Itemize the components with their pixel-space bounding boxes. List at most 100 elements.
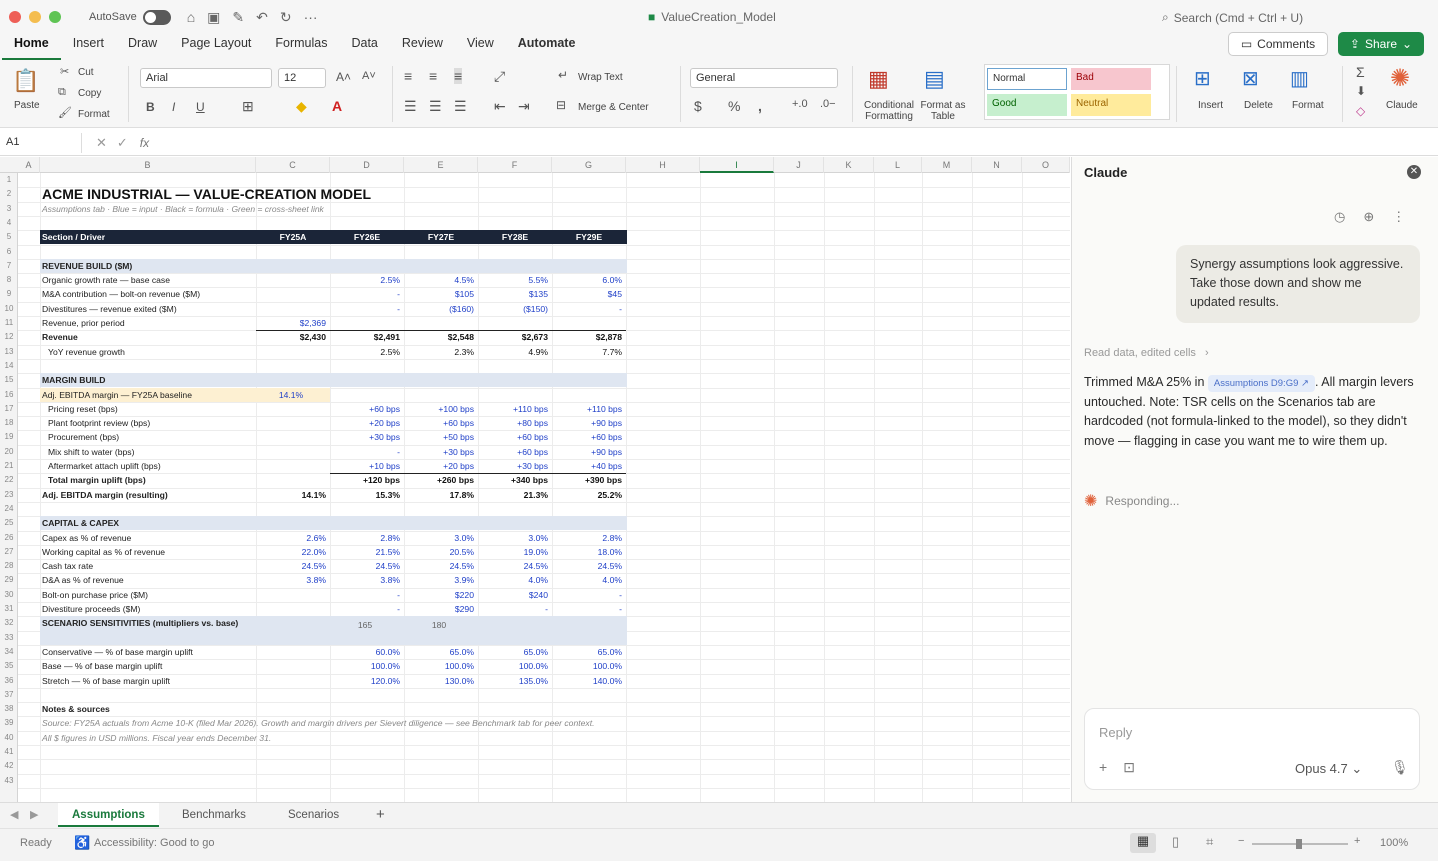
format-cells-button[interactable]: Format	[1292, 100, 1324, 111]
value-cell[interactable]: 24.5%	[256, 559, 330, 573]
value-cell[interactable]	[256, 402, 330, 416]
row-label[interactable]: Working capital as % of revenue	[42, 545, 256, 559]
claude-icon[interactable]: ✺	[1390, 64, 1410, 93]
value-cell[interactable]	[256, 302, 330, 316]
value-cell[interactable]: +390 bps	[552, 473, 626, 487]
value-cell[interactable]: 2.8%	[330, 531, 404, 545]
value-cell[interactable]	[256, 674, 330, 688]
value-cell[interactable]: 25.2%	[552, 488, 626, 502]
row-header[interactable]: 10	[0, 302, 18, 316]
style-normal[interactable]: Normal	[987, 68, 1067, 90]
row-header[interactable]: 33	[0, 631, 18, 645]
add-attachment-icon[interactable]: +	[1099, 759, 1107, 776]
value-cell[interactable]: 2.8%	[552, 531, 626, 545]
value-cell[interactable]: 140.0%	[552, 674, 626, 688]
zoom-window-button[interactable]	[49, 11, 61, 23]
cut-button[interactable]: Cut	[78, 67, 94, 78]
zoom-out-icon[interactable]: −	[1238, 835, 1244, 847]
value-cell[interactable]	[256, 345, 330, 359]
value-cell[interactable]	[478, 388, 552, 402]
value-cell[interactable]: 2.3%	[404, 345, 478, 359]
value-cell[interactable]: 3.8%	[330, 573, 404, 587]
conditional-formatting-button[interactable]: Conditional Formatting	[860, 100, 918, 122]
microphone-icon[interactable]: 🎙	[1391, 759, 1409, 776]
conditional-formatting-icon[interactable]: ▦	[868, 66, 889, 92]
currency-icon[interactable]: $	[694, 98, 702, 114]
value-cell[interactable]: 17.8%	[404, 488, 478, 502]
value-cell[interactable]: 65.0%	[404, 645, 478, 659]
value-cell[interactable]: 21.5%	[330, 545, 404, 559]
value-cell[interactable]: ($150)	[478, 302, 552, 316]
row-header[interactable]: 13	[0, 345, 18, 359]
wrap-text-button[interactable]: Wrap Text	[578, 72, 623, 83]
reply-composer[interactable]: Reply + ⊡ Opus 4.7 ⌄ 🎙	[1084, 708, 1420, 790]
value-cell[interactable]: $2,548	[404, 330, 478, 344]
value-cell[interactable]	[256, 618, 330, 632]
value-cell[interactable]: ($160)	[404, 302, 478, 316]
value-cell[interactable]: $45	[552, 287, 626, 301]
value-cell[interactable]: +260 bps	[404, 473, 478, 487]
row-header[interactable]: 26	[0, 531, 18, 545]
value-cell[interactable]	[552, 388, 626, 402]
row-header[interactable]: 35	[0, 659, 18, 673]
column-header[interactable]: M	[922, 157, 972, 173]
tab-review[interactable]: Review	[390, 34, 455, 60]
value-cell[interactable]: +50 bps	[404, 430, 478, 444]
value-cell[interactable]: 65.0%	[552, 645, 626, 659]
row-header[interactable]: 30	[0, 588, 18, 602]
value-cell[interactable]	[256, 602, 330, 616]
value-cell[interactable]: -	[330, 302, 404, 316]
row-header[interactable]: 4	[0, 216, 18, 230]
add-sheet-button[interactable]: +	[362, 803, 399, 827]
value-cell[interactable]: 18.0%	[552, 545, 626, 559]
increase-decimal-icon[interactable]: +.0	[792, 98, 808, 110]
value-cell[interactable]: $2,369	[256, 316, 330, 330]
row-label[interactable]: REVENUE BUILD ($M)	[42, 259, 256, 273]
sheet-title[interactable]: ACME INDUSTRIAL — VALUE-CREATION MODEL	[42, 185, 542, 202]
format-as-table-icon[interactable]: ▤	[924, 66, 945, 92]
value-cell[interactable]: 130.0%	[404, 674, 478, 688]
format-as-table-button[interactable]: Format as Table	[920, 100, 966, 122]
row-header[interactable]: 18	[0, 416, 18, 430]
row-header[interactable]: 25	[0, 516, 18, 530]
fill-color-icon[interactable]: ◆	[296, 98, 307, 115]
value-cell[interactable]: +60 bps	[478, 430, 552, 444]
value-cell[interactable]: 20.5%	[404, 545, 478, 559]
page-layout-view-icon[interactable]: ▯	[1172, 834, 1179, 850]
value-cell[interactable]: 21.3%	[478, 488, 552, 502]
column-header[interactable]: G	[552, 157, 626, 173]
note-text[interactable]: All $ figures in USD millions. Fiscal ye…	[42, 731, 742, 745]
sheet-tab-scenarios[interactable]: Scenarios	[274, 803, 353, 827]
prev-sheet-icon[interactable]: ◀	[10, 808, 18, 821]
value-cell[interactable]	[256, 588, 330, 602]
row-header[interactable]: 3	[0, 202, 18, 216]
value-cell[interactable]	[552, 618, 626, 632]
underline-icon[interactable]: U	[196, 100, 205, 114]
value-cell[interactable]: $290	[404, 602, 478, 616]
row-header[interactable]: 12	[0, 330, 18, 344]
row-header[interactable]: 8	[0, 273, 18, 287]
row-header[interactable]: 7	[0, 259, 18, 273]
value-cell[interactable]: +40 bps	[552, 459, 626, 473]
value-cell[interactable]: -	[552, 602, 626, 616]
row-header[interactable]: 37	[0, 688, 18, 702]
value-cell[interactable]	[256, 445, 330, 459]
value-cell[interactable]: 165	[330, 618, 404, 632]
row-label[interactable]: Base — % of base margin uplift	[42, 659, 256, 673]
column-header[interactable]: F	[478, 157, 552, 173]
cut-icon[interactable]: ✂	[60, 65, 69, 78]
value-cell[interactable]: +110 bps	[552, 402, 626, 416]
value-cell[interactable]: +90 bps	[552, 416, 626, 430]
decrease-indent-icon[interactable]: ⇤	[494, 98, 506, 115]
row-label[interactable]: Divestiture proceeds ($M)	[42, 602, 256, 616]
page-break-view-icon[interactable]: ⌗	[1206, 834, 1213, 850]
home-icon[interactable]: ⌂	[187, 9, 195, 26]
value-cell[interactable]: 14.1%	[256, 488, 330, 502]
column-header[interactable]: K	[824, 157, 874, 173]
tab-page-layout[interactable]: Page Layout	[169, 34, 263, 60]
normal-view-icon[interactable]: ▦	[1130, 833, 1156, 853]
format-painter-button[interactable]: Format	[78, 109, 110, 120]
paste-label[interactable]: Paste	[14, 100, 40, 111]
cell-reference-chip[interactable]: Assumptions D9:G9 ↗	[1207, 375, 1315, 392]
row-header[interactable]: 5	[0, 230, 18, 244]
